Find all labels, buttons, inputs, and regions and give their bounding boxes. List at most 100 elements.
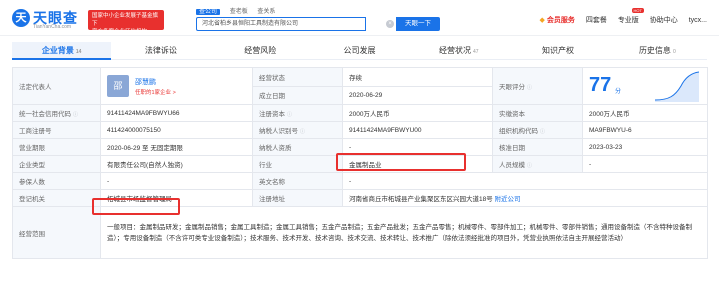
reg-capital-value: 2000万人民币 [342, 104, 493, 122]
tab-enterprise-background[interactable]: 企业背景 14 [12, 42, 112, 60]
address-value: 河南省商丘市柘城县产业集聚区东区兴园大道18号 [349, 196, 493, 203]
credit-code-value: 91411424MA9FBWYU66 [100, 104, 253, 122]
scope-value: 一般项目：金属制品研发；金属制品销售；金属工具制造；金属工具销售；五金产品制造；… [100, 206, 708, 259]
table-row: 登记机关 柘城县市场监督管理局 注册地址 河南省商丘市柘城县产业集聚区东区兴园大… [12, 189, 708, 207]
table-row: 工商注册号 411424000075150 纳税人识别号 ⓘ 91411424MA… [12, 121, 708, 139]
score-trend-icon [655, 71, 699, 102]
status-badge: 存续 [342, 67, 493, 87]
staff-label: 人员规模 ⓘ [492, 155, 583, 173]
label-text: 组织机构代码 [499, 128, 538, 135]
legal-rep-cell: 邵 邵慧鹏 任职的1家企业 > [100, 67, 253, 105]
paid-capital-value: 2000万人民币 [582, 104, 708, 122]
approval-label: 核准日期 [492, 138, 583, 156]
tab-label: 企业背景 [41, 46, 74, 55]
promo-banner[interactable]: 国家中小企业发展子基金旗下 官方备案企业征信机构 [88, 10, 164, 35]
search-type-tabs: 查公司 查老板 查关系 [196, 6, 283, 15]
label-text: 天眼评分 [499, 84, 525, 91]
nearby-companies-link[interactable]: 附近公司 [495, 196, 521, 203]
biz-reg-value: 411424000075150 [100, 121, 253, 139]
en-name-value: - [342, 172, 708, 190]
score-label-cell: 天眼评分 ⓘ [492, 67, 583, 105]
taxpayer-id-label: 纳税人识别号 ⓘ [252, 121, 343, 139]
taxpayer-qual-label: 纳税人资质 [252, 138, 343, 156]
table-row: 参保人数 - 英文名称 - [12, 172, 708, 190]
help-icon[interactable]: ⓘ [287, 112, 292, 118]
tab-count: 47 [472, 49, 479, 55]
label-text: 人员规模 [499, 162, 525, 169]
table-row: 法定代表人 邵 邵慧鹏 任职的1家企业 > 经营状态 存续 天眼评分 ⓘ 77 分 [12, 67, 708, 105]
type-label: 企业类型 [12, 155, 101, 173]
top-nav: 会员服务 四套餐 专业版 协助中心 tycx... [531, 15, 707, 25]
tab-operating-risk[interactable]: 经营风险 [210, 42, 310, 60]
nav-vip-service[interactable]: 会员服务 [540, 17, 575, 24]
legal-rep-label: 法定代表人 [12, 67, 101, 105]
tab-label: 公司发展 [343, 46, 376, 55]
en-name-label: 英文名称 [252, 172, 343, 190]
nav-help[interactable]: 协助中心 [650, 17, 678, 24]
tab-company-development[interactable]: 公司发展 [309, 42, 410, 60]
paid-capital-label: 实缴资本 [492, 104, 583, 122]
legal-rep-companies-link[interactable]: 任职的1家企业 > [135, 88, 176, 96]
taxpayer-id-value: 91411424MA9FBWYU00 [342, 121, 493, 139]
tab-count: 0 [672, 49, 676, 55]
table-row: 经营范围 一般项目：金属制品研发；金属制品销售；金属工具制造；金属工具销售；五金… [12, 206, 708, 259]
score-unit: 分 [615, 89, 622, 95]
help-icon[interactable]: ⓘ [527, 85, 532, 91]
tab-label: 经营状况 [438, 46, 471, 55]
hot-badge: HOT [631, 8, 644, 13]
search-input[interactable]: 河北省柏乡县恒阳工具制造有限公司 [196, 17, 366, 31]
help-icon[interactable]: ⓘ [73, 112, 78, 118]
approval-value: 2023-03-23 [582, 138, 708, 156]
industry-value: 金属制品业 [342, 155, 493, 173]
logo-mark-icon: 天 [12, 9, 30, 27]
label-text: 法定代表人 [19, 84, 52, 91]
search-button[interactable]: 天眼一下 [396, 17, 440, 31]
tab-operating-status[interactable]: 经营状况 47 [409, 42, 509, 60]
legal-rep-name-link[interactable]: 邵慧鹏 [135, 77, 156, 87]
site-logo[interactable]: 天 天眼查 TianYanCha.com [12, 8, 82, 30]
business-info-table: 法定代表人 邵 邵慧鹏 任职的1家企业 > 经营状态 存续 天眼评分 ⓘ 77 分… [12, 67, 708, 259]
credit-code-label: 统一社会信用代码 ⓘ [12, 104, 101, 122]
help-icon[interactable]: ⓘ [527, 163, 532, 169]
score-value: 77 [589, 74, 612, 96]
section-tabs: 企业背景 14 法律诉讼 经营风险 公司发展 经营状况 47 知识产权 历史信息 0 [12, 42, 707, 60]
authority-label: 登记机关 [12, 189, 101, 207]
reg-capital-label: 注册资本 ⓘ [252, 104, 343, 122]
label-text: 统一社会信用代码 [19, 111, 71, 118]
label-text: 注册资本 [259, 111, 285, 118]
staff-value: - [582, 155, 708, 173]
term-value: 2020-06-29 至 无固定期限 [100, 138, 253, 156]
nav-pro[interactable]: 专业版 [618, 17, 639, 24]
org-code-label: 组织机构代码 ⓘ [492, 121, 583, 139]
search-tab-boss[interactable]: 查老板 [230, 9, 248, 15]
address-cell: 河南省商丘市柘城县产业集聚区东区兴园大道18号 附近公司 [342, 189, 708, 207]
help-icon[interactable]: ⓘ [300, 129, 305, 135]
type-value: 有限责任公司(自然人独资) [100, 155, 253, 173]
org-code-value: MA9FBWYU-6 [582, 121, 708, 139]
nav-user[interactable]: tycx... [689, 17, 707, 24]
search-tab-relation[interactable]: 查关系 [257, 9, 275, 15]
label-text: 纳税人识别号 [259, 128, 298, 135]
industry-label: 行业 [252, 155, 343, 173]
tab-legal-litigation[interactable]: 法律诉讼 [111, 42, 211, 60]
table-row: 统一社会信用代码 ⓘ 91411424MA9FBWYU66 注册资本 ⓘ 2000万… [12, 104, 708, 122]
nav-package[interactable]: 四套餐 [586, 17, 607, 24]
tab-label: 经营风险 [244, 46, 277, 55]
biz-reg-label: 工商注册号 [12, 121, 101, 139]
table-row: 企业类型 有限责任公司(自然人独资) 行业 金属制品业 人员规模 ⓘ - [12, 155, 708, 173]
table-row: 营业期限 2020-06-29 至 无固定期限 纳税人资质 - 核准日期 202… [12, 138, 708, 156]
clear-search-icon[interactable]: × [386, 20, 394, 28]
term-label: 营业期限 [12, 138, 101, 156]
score-cell[interactable]: 77 分 [582, 67, 708, 105]
scope-label: 经营范围 [12, 206, 101, 259]
tab-label: 法律诉讼 [144, 46, 177, 55]
tab-history[interactable]: 历史信息 0 [607, 42, 707, 60]
status-label: 经营状态 [252, 67, 343, 87]
top-header: 天 天眼查 TianYanCha.com 国家中小企业发展子基金旗下 官方备案企… [0, 0, 719, 36]
tab-intellectual-property[interactable]: 知识产权 [508, 42, 608, 60]
tab-label: 历史信息 [638, 46, 671, 55]
founded-value: 2020-06-29 [342, 85, 493, 105]
help-icon[interactable]: ⓘ [540, 129, 545, 135]
address-label: 注册地址 [252, 189, 343, 207]
search-tab-company[interactable]: 查公司 [196, 9, 221, 15]
